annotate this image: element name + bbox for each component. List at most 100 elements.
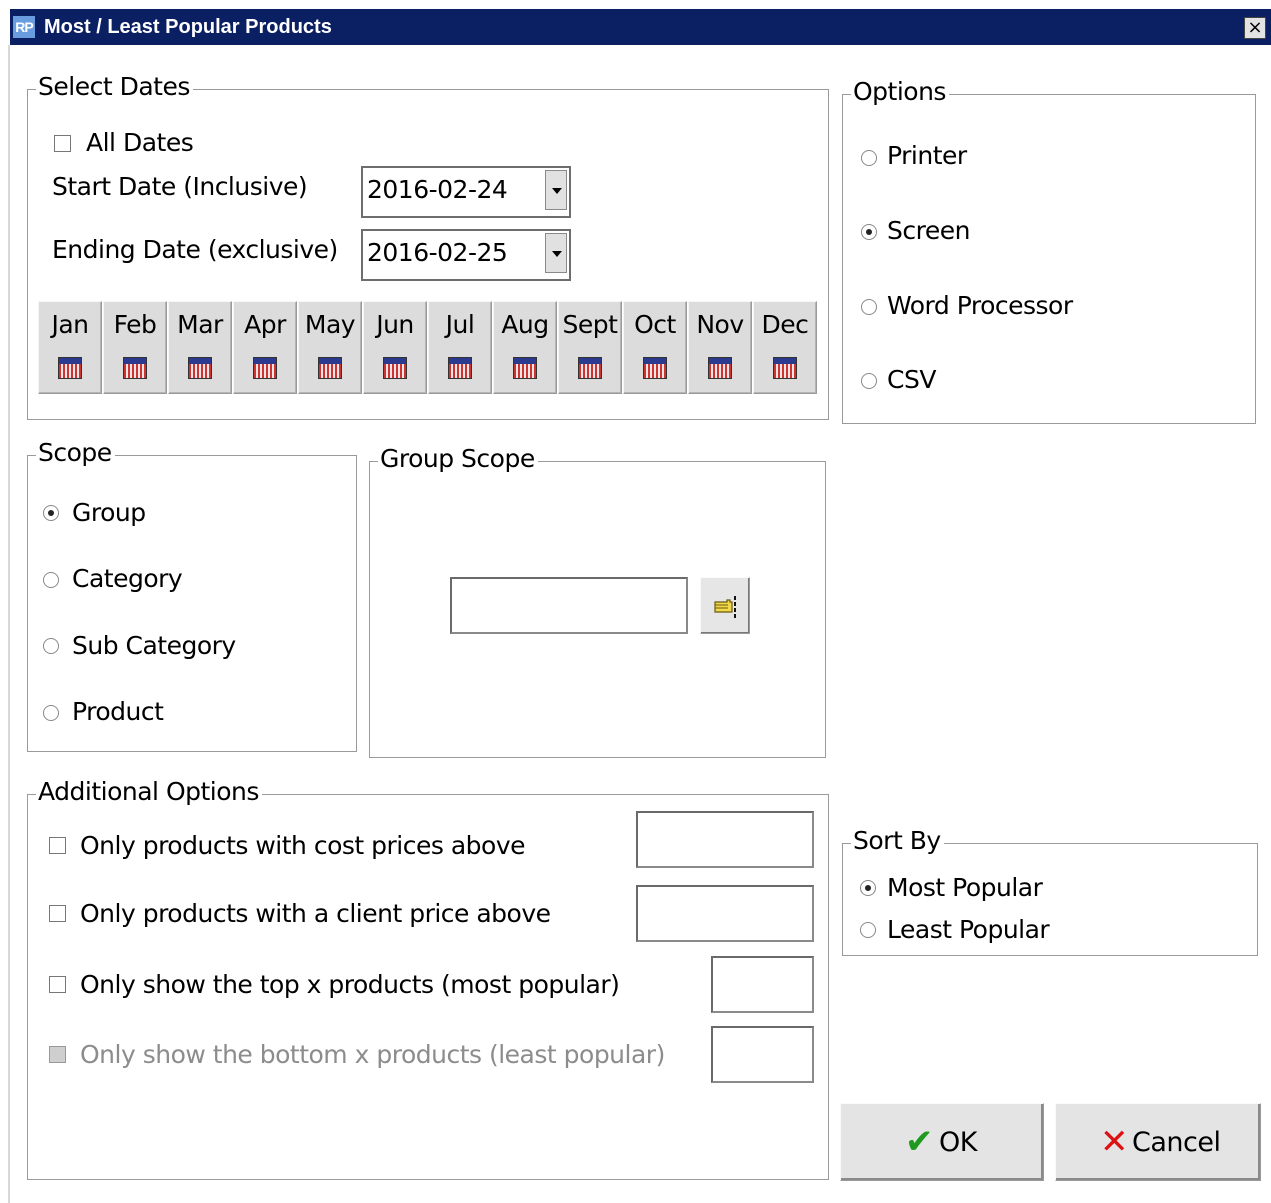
- options-group: Options Printer Screen Word Processor CS…: [842, 76, 1256, 424]
- option-printer-radio[interactable]: [861, 150, 877, 166]
- cancel-button-content: ✕ Cancel: [1100, 1104, 1221, 1180]
- scope-sub-category-radio[interactable]: [43, 638, 59, 654]
- month-button-nov[interactable]: Nov: [688, 301, 752, 394]
- top-x-input[interactable]: [711, 956, 814, 1013]
- option-screen-label: Screen: [887, 216, 970, 245]
- calendar-icon: [383, 357, 407, 379]
- month-label: Apr: [244, 310, 286, 339]
- window-border: [8, 45, 10, 1203]
- month-label: Jan: [51, 310, 89, 339]
- all-dates-checkbox[interactable]: [54, 135, 71, 152]
- scope-category-radio[interactable]: [43, 572, 59, 588]
- scope-sub-category-label: Sub Category: [72, 631, 236, 660]
- sort-by-legend: Sort By: [851, 825, 944, 857]
- bottom-x-checkbox: [49, 1046, 66, 1063]
- bottom-x-label: Only show the bottom x products (least p…: [80, 1040, 665, 1069]
- scope-group: Scope Group Category Sub Category Produc…: [27, 437, 357, 752]
- option-csv-radio[interactable]: [861, 373, 877, 389]
- scope-product-label: Product: [72, 697, 164, 726]
- group-scope-group: Group Scope: [369, 443, 826, 758]
- select-dates-legend: Select Dates: [36, 71, 193, 103]
- pointing-hand-icon: [714, 596, 736, 618]
- month-button-may[interactable]: May: [298, 301, 362, 394]
- group-scope-input[interactable]: [450, 577, 688, 634]
- end-date-dropdown-arrow-icon[interactable]: [545, 233, 567, 273]
- start-date-value: 2016-02-24: [367, 175, 508, 204]
- start-date-label: Start Date (Inclusive): [52, 172, 308, 201]
- sort-by-group: Sort By Most Popular Least Popular: [842, 825, 1258, 956]
- x-icon: ✕: [1100, 1122, 1129, 1162]
- scope-category-label: Category: [72, 564, 183, 593]
- top-x-label: Only show the top x products (most popul…: [80, 970, 620, 999]
- scope-legend: Scope: [36, 437, 115, 469]
- month-button-jul[interactable]: Jul: [428, 301, 492, 394]
- month-label: May: [304, 310, 356, 339]
- sort-most-popular-radio[interactable]: [860, 880, 876, 896]
- select-dates-group: Select Dates All Dates Start Date (Inclu…: [27, 71, 829, 420]
- calendar-icon: [253, 357, 277, 379]
- month-label: Aug: [501, 310, 549, 339]
- end-date-value: 2016-02-25: [367, 238, 508, 267]
- month-button-apr[interactable]: Apr: [233, 301, 297, 394]
- scope-group-radio[interactable]: [43, 505, 59, 521]
- calendar-icon: [643, 357, 667, 379]
- sort-least-popular-radio[interactable]: [860, 922, 876, 938]
- month-button-jan[interactable]: Jan: [38, 301, 102, 394]
- month-label: Dec: [761, 310, 809, 339]
- bottom-x-input[interactable]: [711, 1026, 814, 1083]
- calendar-icon: [123, 357, 147, 379]
- cancel-button[interactable]: ✕ Cancel: [1055, 1103, 1261, 1181]
- calendar-icon: [513, 357, 537, 379]
- client-price-label: Only products with a client price above: [80, 899, 551, 928]
- calendar-icon: [773, 357, 797, 379]
- cancel-label: Cancel: [1132, 1126, 1221, 1158]
- start-date-combo[interactable]: 2016-02-24: [361, 166, 571, 218]
- month-label: Sept: [562, 310, 618, 339]
- cost-price-input[interactable]: [636, 811, 814, 868]
- month-button-dec[interactable]: Dec: [753, 301, 817, 394]
- top-x-checkbox[interactable]: [49, 976, 66, 993]
- window-title: Most / Least Popular Products: [44, 16, 332, 38]
- client-price-checkbox[interactable]: [49, 905, 66, 922]
- month-label: Mar: [177, 310, 223, 339]
- calendar-icon: [578, 357, 602, 379]
- start-date-dropdown-arrow-icon[interactable]: [545, 170, 567, 210]
- month-label: Jun: [376, 310, 414, 339]
- month-label: Oct: [634, 310, 676, 339]
- calendar-icon: [708, 357, 732, 379]
- group-lookup-button[interactable]: [700, 577, 750, 634]
- calendar-icon: [318, 357, 342, 379]
- all-dates-label: All Dates: [86, 128, 194, 157]
- month-button-oct[interactable]: Oct: [623, 301, 687, 394]
- month-label: Jul: [445, 310, 475, 339]
- sort-least-popular-label: Least Popular: [887, 915, 1050, 944]
- calendar-icon: [58, 357, 82, 379]
- month-button-jun[interactable]: Jun: [363, 301, 427, 394]
- title-bar[interactable]: RP Most / Least Popular Products ×: [10, 9, 1271, 45]
- calendar-icon: [448, 357, 472, 379]
- option-screen-radio[interactable]: [861, 224, 877, 240]
- checkmark-icon: ✔: [905, 1122, 934, 1162]
- ok-button[interactable]: ✔ OK: [840, 1103, 1044, 1181]
- client-price-input[interactable]: [636, 885, 814, 942]
- close-button[interactable]: ×: [1244, 17, 1266, 39]
- month-button-sept[interactable]: Sept: [558, 301, 622, 394]
- month-button-mar[interactable]: Mar: [168, 301, 232, 394]
- option-word-processor-radio[interactable]: [861, 299, 877, 315]
- cost-price-checkbox[interactable]: [49, 837, 66, 854]
- end-date-label: Ending Date (exclusive): [52, 235, 338, 264]
- ok-button-content: ✔ OK: [905, 1104, 977, 1180]
- sort-most-popular-label: Most Popular: [887, 873, 1043, 902]
- month-label: Nov: [696, 310, 744, 339]
- scope-group-label: Group: [72, 498, 146, 527]
- scope-product-radio[interactable]: [43, 705, 59, 721]
- month-button-aug[interactable]: Aug: [493, 301, 557, 394]
- app-icon: RP: [13, 16, 35, 38]
- option-word-processor-label: Word Processor: [887, 291, 1073, 320]
- ok-label: OK: [939, 1126, 977, 1158]
- options-legend: Options: [851, 76, 949, 108]
- month-button-feb[interactable]: Feb: [103, 301, 167, 394]
- cost-price-label: Only products with cost prices above: [80, 831, 526, 860]
- additional-options-legend: Additional Options: [36, 776, 262, 808]
- end-date-combo[interactable]: 2016-02-25: [361, 229, 571, 281]
